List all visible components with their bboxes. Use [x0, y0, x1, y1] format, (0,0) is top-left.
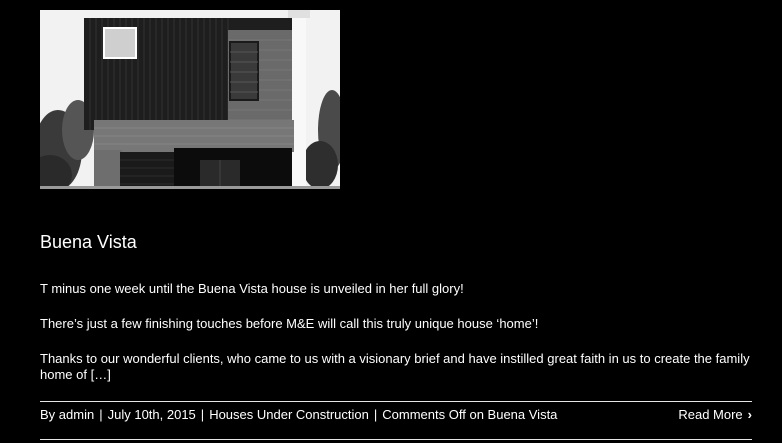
meta-separator: | — [373, 407, 378, 422]
chevron-right-icon: › — [747, 407, 752, 422]
house-photo — [40, 10, 340, 189]
blog-post: Buena Vista T minus one week until the B… — [40, 10, 752, 440]
meta-separator: | — [99, 407, 103, 422]
read-more-label: Read More — [678, 407, 743, 422]
post-excerpt-paragraph: Thanks to our wonderful clients, who cam… — [40, 351, 750, 382]
post-featured-image[interactable] — [40, 10, 340, 189]
post-meta: By admin | July 10th, 2015 | Houses Under Co… — [40, 407, 557, 423]
category-link[interactable]: Houses Under Construction — [209, 407, 369, 422]
read-more-link[interactable]: Read More › — [678, 407, 752, 423]
comments-suffix: on Buena Vista — [469, 407, 558, 422]
meta-by-prefix: By — [40, 407, 56, 422]
post-date: July 10th, 2015 — [107, 407, 196, 422]
author-link[interactable]: admin — [59, 407, 94, 422]
meta-divider-bottom — [40, 439, 752, 440]
comments-status: Comments Off — [382, 407, 466, 422]
post-excerpt-paragraph: T minus one week until the Buena Vista h… — [40, 281, 464, 296]
post-title[interactable]: Buena Vista — [40, 231, 137, 253]
meta-separator: | — [200, 407, 205, 422]
post-excerpt-paragraph: There’s just a few finishing touches bef… — [40, 316, 539, 331]
meta-divider-top — [40, 401, 752, 402]
